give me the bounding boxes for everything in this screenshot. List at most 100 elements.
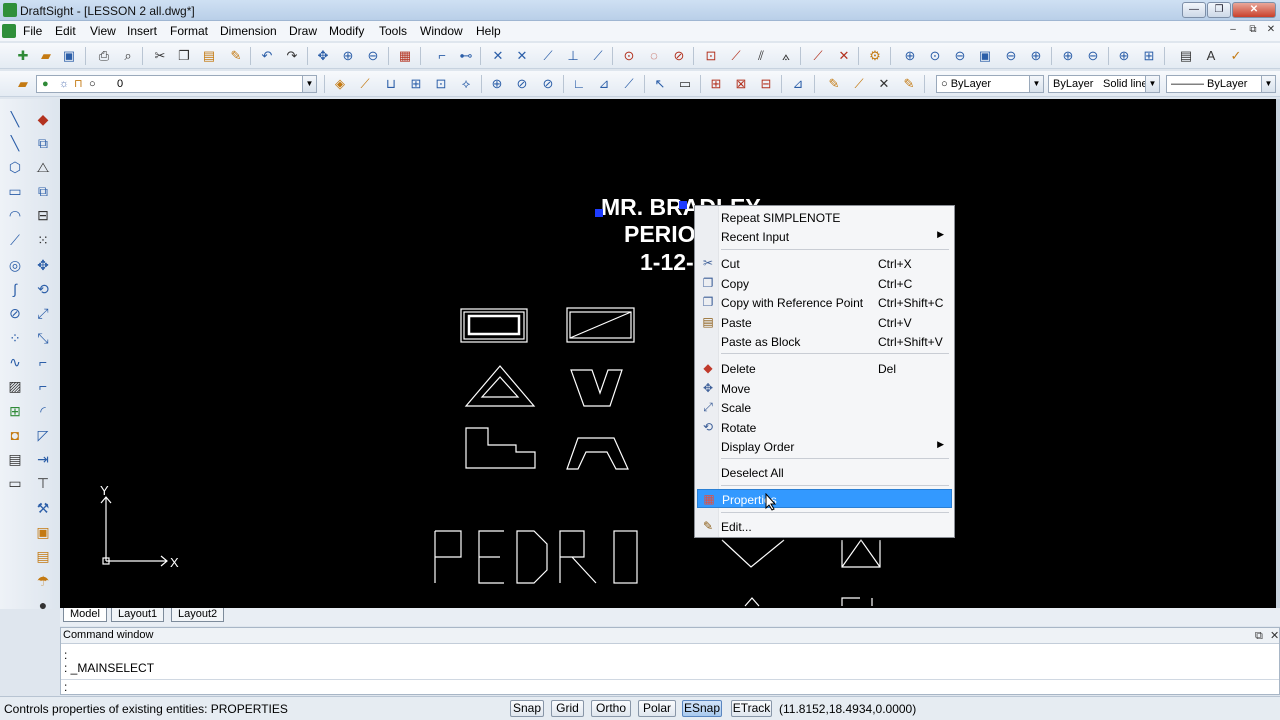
snap-midpoint-icon[interactable]: ⊷ (458, 48, 474, 64)
menu-item-copy[interactable]: ❐ Copy Ctrl+C (697, 274, 952, 293)
dim-diameter-icon[interactable]: ⊘ (514, 76, 530, 92)
tab-layout1[interactable]: Layout1 (111, 608, 165, 622)
snap-toggle[interactable]: Snap (510, 700, 544, 717)
pattern-icon[interactable]: ⊟ (33, 205, 53, 225)
point-icon[interactable]: ⁘ (5, 328, 25, 348)
print-icon[interactable]: ⎙ (96, 48, 112, 64)
text-style-icon[interactable]: A (1203, 48, 1219, 64)
rectangle-with-diagonal[interactable] (566, 307, 635, 343)
polyline-icon[interactable]: ⟋ (5, 230, 25, 250)
drawing-canvas[interactable]: MR. BRADLEY PERIOD 1-12- (60, 99, 1276, 608)
snap-settings-icon[interactable]: ⚙ (867, 48, 883, 64)
layer-manager-icon[interactable]: ▰ (15, 76, 31, 92)
leader-icon[interactable]: ↖ (652, 76, 668, 92)
menu-item-paste[interactable]: ▤ Paste Ctrl+V (697, 313, 952, 332)
menu-insert[interactable]: Insert (127, 24, 157, 38)
copy-tool-icon[interactable]: ⧉ (33, 133, 53, 153)
snap-center-icon[interactable]: ⊙ (621, 48, 637, 64)
edit-polyline-icon[interactable]: ▤ (33, 546, 53, 566)
tolerance-icon[interactable]: ▭ (677, 76, 693, 92)
chamfer-icon[interactable]: ◸ (33, 425, 53, 445)
split-icon[interactable]: ⇥ (33, 449, 53, 469)
menu-dimension[interactable]: Dimension (220, 24, 277, 38)
zoom-extents-icon[interactable]: ⊕ (1028, 48, 1044, 64)
rotate-tool-icon[interactable]: ⟲ (33, 279, 53, 299)
zoom-out-icon[interactable]: ⊖ (1003, 48, 1019, 64)
hatch-tool-icon[interactable]: ▨ (5, 376, 25, 396)
zoom-fit-icon[interactable]: ▣ (977, 48, 993, 64)
fillet-icon[interactable]: ◜ (33, 401, 53, 421)
zoom-extents2-icon[interactable]: ⊞ (1141, 48, 1157, 64)
markup-delete-icon[interactable]: ✕ (876, 76, 892, 92)
menu-item-properties[interactable]: ▦ Properties (697, 489, 952, 508)
tab-layout2[interactable]: Layout2 (171, 608, 225, 622)
nested-rectangle[interactable] (460, 308, 528, 343)
block-insert-icon[interactable]: ◈ (332, 76, 348, 92)
triangle[interactable] (464, 365, 536, 407)
snap-clear-icon[interactable]: ⟋ (810, 48, 826, 64)
snap-nearest-icon[interactable]: ⟑ (778, 48, 794, 64)
tab-model[interactable]: Model (63, 608, 107, 622)
grid-toggle[interactable]: Grid (551, 700, 584, 717)
insert-block-icon[interactable]: ◘ (5, 425, 25, 445)
snap-node-icon[interactable]: ⟋ (728, 48, 744, 64)
doc-minimize-button[interactable]: – (1226, 24, 1240, 37)
dim-angular-icon[interactable]: ∟ (571, 76, 587, 92)
move-tool-icon[interactable]: ✥ (33, 255, 53, 275)
copy-icon[interactable]: ❐ (176, 48, 192, 64)
open-icon[interactable]: ▰ (38, 48, 54, 64)
spline-icon[interactable]: ∫ (5, 279, 25, 299)
stretch-icon[interactable]: ⤡ (33, 328, 53, 348)
zoom-all-icon[interactable]: ⊕ (1116, 48, 1132, 64)
menu-item-copy-with-reference-point[interactable]: ❐ Copy with Reference Point Ctrl+Shift+C (697, 293, 952, 312)
step-shape[interactable] (465, 427, 536, 469)
mirror-icon[interactable]: ⧍ (33, 157, 53, 177)
break-icon[interactable]: ⊤ (33, 473, 53, 493)
snap-perpendicular-icon[interactable]: ⊥ (565, 48, 581, 64)
sketch-icon[interactable]: ∿ (5, 352, 25, 372)
markup-edit-icon[interactable]: ⟋ (851, 76, 867, 92)
dim-edit-icon[interactable]: ⊞ (708, 76, 724, 92)
note-icon[interactable]: ▤ (1178, 48, 1194, 64)
offset-icon[interactable]: ⧉ (33, 181, 53, 201)
weld-icon[interactable]: ⚒ (33, 498, 53, 518)
extend-icon[interactable]: ⌐ (33, 376, 53, 396)
name-text-pedro[interactable] (434, 530, 638, 584)
zoom-window-icon[interactable]: ⊙ (927, 48, 943, 64)
array-icon[interactable]: ⁙ (33, 230, 53, 250)
paste-icon[interactable]: ▤ (201, 48, 217, 64)
menu-item-deselect-all[interactable]: Deselect All (697, 463, 952, 482)
snap-extension-icon[interactable]: ⟋ (540, 48, 556, 64)
pan-icon[interactable]: ✥ (315, 48, 331, 64)
snap-endpoint-icon[interactable]: ⌐ (434, 48, 450, 64)
markup-pen-icon[interactable]: ✎ (901, 76, 917, 92)
cut-icon[interactable]: ✂ (152, 48, 168, 64)
redo-icon[interactable]: ↷ (284, 48, 300, 64)
color-combo[interactable]: ○ ByLayer ▼ (936, 75, 1044, 93)
snap-apparent-icon[interactable]: ✕ (514, 48, 530, 64)
zoom-previous-icon[interactable]: ⊖ (365, 48, 381, 64)
chevron-down-icon[interactable]: ▼ (302, 76, 316, 92)
new-icon[interactable]: ✚ (15, 48, 31, 64)
undo-icon[interactable]: ↶ (259, 48, 275, 64)
print-preview-icon[interactable]: ⌕ (120, 48, 136, 64)
explode-bomb-icon[interactable]: ● (33, 595, 53, 615)
minimize-button[interactable]: — (1182, 2, 1206, 18)
rectangle-icon[interactable]: ▭ (5, 181, 25, 201)
snap-none-icon[interactable]: ✕ (836, 48, 852, 64)
command-input[interactable]: : (61, 679, 1279, 695)
trim-icon[interactable]: ⌐ (33, 352, 53, 372)
note-tool-icon[interactable]: ▤ (5, 449, 25, 469)
menu-modify[interactable]: Modify (329, 24, 364, 38)
menu-item-rotate[interactable]: ⟲ Rotate (697, 418, 952, 437)
grip-handle[interactable] (679, 201, 687, 209)
block-edit-icon[interactable]: ⟋ (357, 76, 373, 92)
hatch-icon[interactable]: ⊔ (383, 76, 399, 92)
properties-toolbar-icon[interactable]: ▦ (397, 48, 413, 64)
chevron-down-icon[interactable]: ▼ (1261, 76, 1275, 92)
xref-icon[interactable]: ⊞ (408, 76, 424, 92)
snap-insertion-icon[interactable]: ⊡ (703, 48, 719, 64)
dim-arc-icon[interactable]: ⟋ (621, 76, 637, 92)
line-icon[interactable]: ╲ (5, 109, 25, 129)
close-button[interactable]: ✕ (1232, 2, 1276, 18)
